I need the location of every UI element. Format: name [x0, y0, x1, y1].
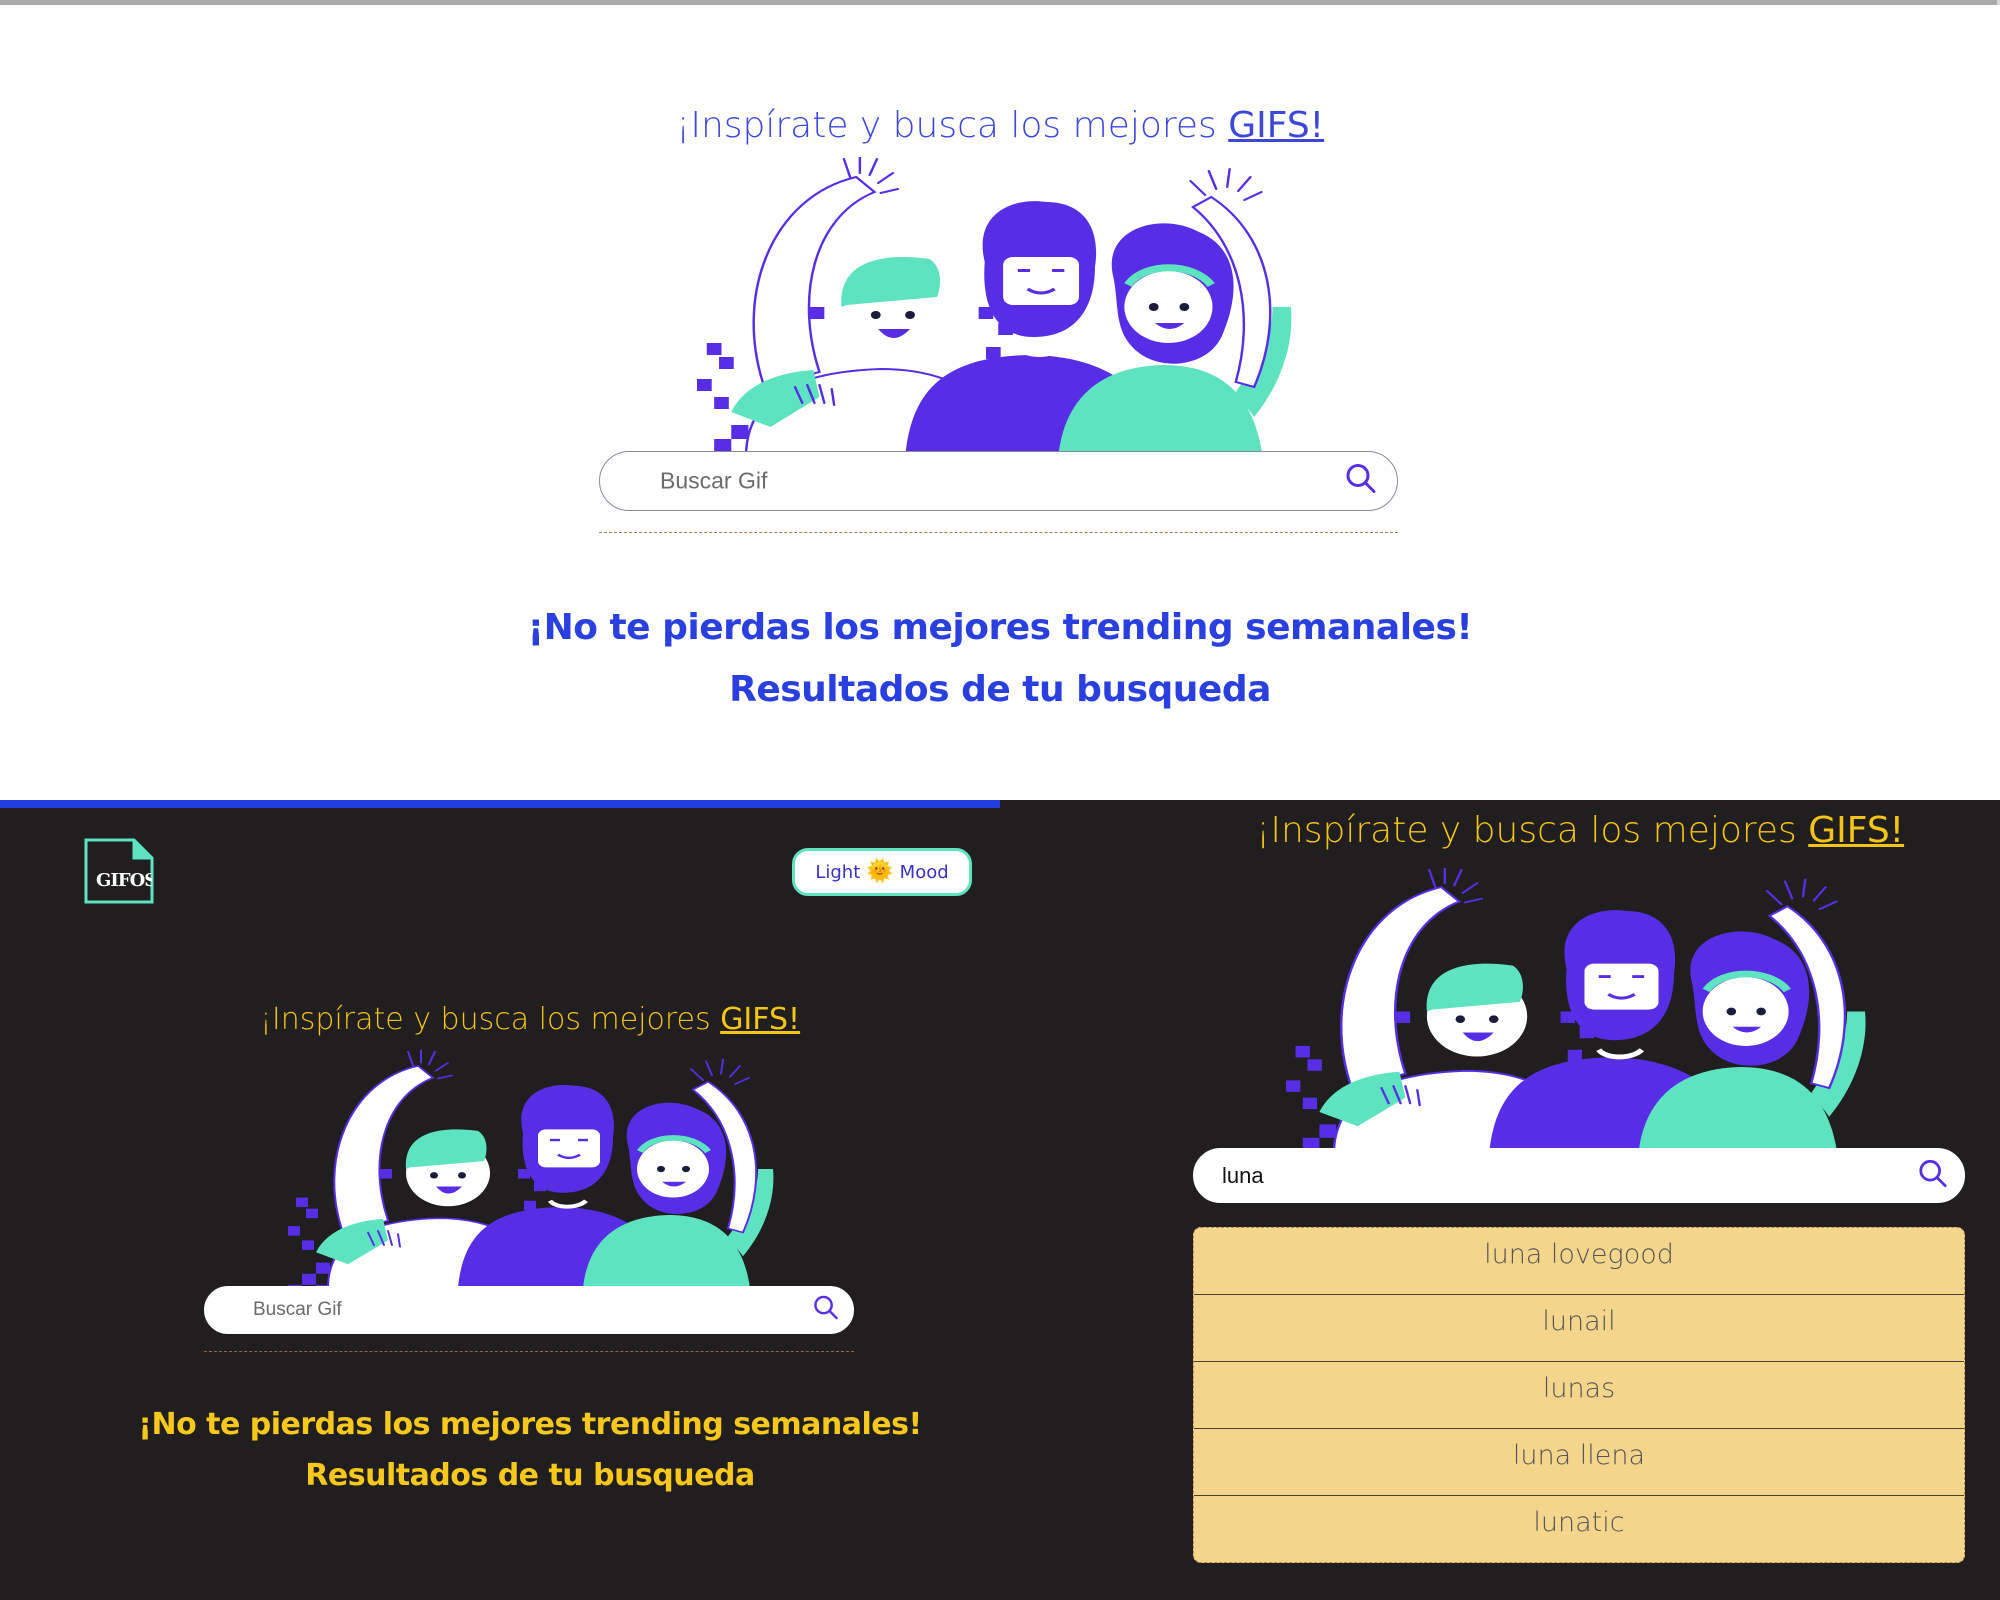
search-suggestions: luna lovegood lunail lunas luna llena lu… — [1193, 1227, 1965, 1563]
gifs-link[interactable]: GIFS! — [1808, 810, 1904, 851]
trending-heading: ¡No te pierdas los mejores trending sema… — [138, 1407, 922, 1442]
search-bar[interactable]: luna — [1193, 1148, 1965, 1203]
results-heading: Resultados de tu busqueda — [305, 1458, 755, 1493]
suggestion-item[interactable]: lunas — [1194, 1362, 1964, 1429]
page-tagline: ¡Inspírate y busca los mejores GIFS! — [0, 105, 2000, 146]
trending-heading: ¡No te pierdas los mejores trending sema… — [527, 607, 1473, 648]
page-tagline: ¡Inspírate y busca los mejores GIFS! — [1000, 810, 2000, 851]
search-icon[interactable] — [1345, 463, 1377, 500]
hero-illustration — [288, 1050, 778, 1288]
tagline-text: ¡Inspírate y busca los mejores — [675, 105, 1229, 146]
gifos-logo[interactable]: GIFOS — [84, 838, 154, 904]
dark-mode-search-screenshot: ¡Inspírate y busca los mejores GIFS! lun… — [1000, 800, 2000, 1600]
gifs-link[interactable]: GIFS! — [720, 1002, 800, 1037]
page-tagline: ¡Inspírate y busca los mejores GIFS! — [0, 1002, 1060, 1037]
search-input[interactable]: Buscar Gif — [253, 1299, 342, 1321]
hero-illustration — [1286, 868, 1871, 1155]
suggestion-item[interactable]: lunatic — [1194, 1496, 1964, 1562]
results-heading: Resultados de tu busqueda — [729, 669, 1271, 710]
search-divider — [599, 532, 1398, 533]
search-icon[interactable] — [1918, 1158, 1948, 1193]
search-input[interactable]: Buscar Gif — [660, 468, 767, 495]
mood-label-right: Mood — [899, 861, 949, 883]
search-icon[interactable] — [813, 1295, 839, 1326]
search-input[interactable]: luna — [1222, 1163, 1264, 1189]
tagline-text: ¡Inspírate y busca los mejores — [259, 1002, 721, 1037]
search-divider — [204, 1351, 854, 1352]
logo-text: GIFOS — [96, 870, 152, 891]
search-bar[interactable]: Buscar Gif — [204, 1286, 854, 1334]
sun-icon: 🌞 — [866, 859, 894, 884]
dark-mode-screenshot: GIFOS Light 🌞 Mood ¡Inspírate y busca lo… — [0, 800, 1000, 1600]
light-mode-screenshot: ¡Inspírate y busca los mejores GIFS! Bus… — [0, 5, 2000, 800]
top-accent-strip — [0, 800, 1000, 808]
suggestion-item[interactable]: luna llena — [1194, 1429, 1964, 1496]
hero-illustration — [697, 157, 1297, 457]
suggestion-item[interactable]: luna lovegood — [1194, 1228, 1964, 1295]
suggestion-item[interactable]: lunail — [1194, 1295, 1964, 1362]
mood-toggle-button[interactable]: Light 🌞 Mood — [792, 848, 972, 896]
mood-label-left: Light — [815, 861, 861, 883]
search-bar[interactable]: Buscar Gif — [599, 451, 1398, 511]
tagline-text: ¡Inspírate y busca los mejores — [1255, 810, 1809, 851]
gifs-link[interactable]: GIFS! — [1228, 105, 1324, 146]
